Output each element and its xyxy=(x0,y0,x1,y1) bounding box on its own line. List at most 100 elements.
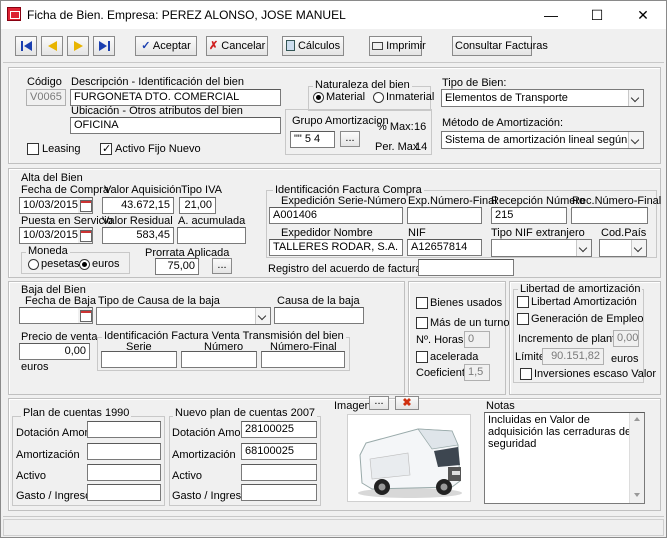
plan2007-dotacion-field[interactable]: 28100025 xyxy=(241,421,317,438)
method-label: Método de Amortización: xyxy=(442,117,564,129)
prorrata-field[interactable]: 75,00 xyxy=(155,258,199,275)
calculations-button[interactable]: Cálculos xyxy=(282,36,344,56)
employment-generation-checkbox[interactable] xyxy=(517,313,529,325)
cause-field[interactable] xyxy=(274,307,364,324)
plan1990-amort-field[interactable] xyxy=(87,443,161,460)
inmaterial-radio[interactable] xyxy=(373,92,384,103)
printer-icon xyxy=(372,42,383,50)
sale-number-field[interactable] xyxy=(181,351,257,368)
purchase-date-field[interactable]: 10/03/2015 xyxy=(19,197,93,214)
new-fixed-asset-label: Activo Fijo Nuevo xyxy=(115,143,201,155)
used-goods-label: Bienes usados xyxy=(430,297,503,309)
cancel-button[interactable]: ✗ Cancelar xyxy=(206,36,268,56)
image-delete-button[interactable]: ✖ xyxy=(395,396,419,410)
previous-record-button[interactable] xyxy=(41,36,63,56)
nif-field[interactable]: A12657814 xyxy=(407,239,482,256)
withdrawal-date-label: Fecha de Baja xyxy=(25,295,96,307)
next-record-button[interactable] xyxy=(67,36,89,56)
staff-increase-field[interactable]: 0,00 xyxy=(613,330,639,347)
plan-1990-title: Plan de cuentas 1990 xyxy=(21,407,132,419)
acquisition-value-field[interactable]: 43.672,15 xyxy=(102,197,174,214)
calendar-icon[interactable] xyxy=(78,228,92,243)
plan2007-amort-label: Amortización xyxy=(172,449,236,461)
sale-number-final-field[interactable] xyxy=(261,351,345,368)
exp-final-label: Exp.Número-Final xyxy=(408,195,497,207)
plan1990-dotacion-field[interactable] xyxy=(87,421,161,438)
sale-serie-field[interactable] xyxy=(101,351,177,368)
code-field[interactable]: V0065 xyxy=(26,89,66,106)
accumulated-field[interactable] xyxy=(177,227,246,244)
service-date-value: 10/03/2015 xyxy=(23,229,79,241)
prorrata-lookup-button[interactable]: ... xyxy=(212,258,232,274)
asset-type-select[interactable]: Elementos de Transporte xyxy=(441,89,644,107)
service-date-field[interactable]: 10/03/2015 xyxy=(19,227,93,244)
cause-type-select[interactable] xyxy=(96,307,271,325)
location-field[interactable]: OFICINA xyxy=(70,117,281,134)
material-radio[interactable] xyxy=(313,92,324,103)
coefficient-field[interactable]: 1,5 xyxy=(464,364,490,381)
country-code-select[interactable] xyxy=(599,239,647,257)
per-max-value: 14 xyxy=(415,141,428,153)
minimize-button[interactable]: — xyxy=(528,1,574,29)
exp-final-field[interactable] xyxy=(407,207,482,224)
group-amort-lookup-button[interactable]: ... xyxy=(340,131,360,147)
plan2007-activo-field[interactable] xyxy=(241,464,317,481)
residual-value-label: Valor Residual xyxy=(102,215,173,227)
calendar-icon[interactable] xyxy=(78,308,92,323)
foreign-nif-type-select[interactable] xyxy=(491,239,592,257)
free-depreciation-check-label: Libertad Amortización xyxy=(531,296,637,308)
pesetas-radio[interactable] xyxy=(28,259,39,270)
cancel-label: Cancelar xyxy=(221,40,266,52)
leasing-checkbox[interactable] xyxy=(27,143,39,155)
used-goods-checkbox[interactable] xyxy=(416,297,428,309)
euros-radio[interactable] xyxy=(79,259,90,270)
plan2007-gasto-field[interactable] xyxy=(241,484,317,501)
rec-final-field[interactable] xyxy=(571,207,648,224)
limit-field[interactable]: 90.151,82 xyxy=(542,348,604,365)
plan1990-activo-field[interactable] xyxy=(87,464,161,481)
registry-field[interactable] xyxy=(418,259,514,276)
coefficient-label: Coeficiente xyxy=(416,367,472,379)
free-depreciation-checkbox[interactable] xyxy=(517,296,529,308)
reception-field[interactable]: 215 xyxy=(491,207,567,224)
calendar-icon[interactable] xyxy=(78,198,92,213)
chevron-down-icon xyxy=(628,132,643,148)
accept-button[interactable]: ✓ Aceptar xyxy=(135,36,197,56)
last-record-button[interactable] xyxy=(93,36,115,56)
employment-generation-label: Generación de Empleo xyxy=(531,313,644,325)
inmaterial-label: Inmaterial xyxy=(386,91,435,103)
group-amort-field[interactable]: "" 5 4 xyxy=(290,131,335,148)
close-button[interactable]: ✕ xyxy=(620,1,666,29)
image-browse-button[interactable]: ... xyxy=(369,396,389,410)
pesetas-label: pesetas xyxy=(41,258,80,270)
consult-invoices-button[interactable]: Consultar Facturas xyxy=(452,36,548,56)
hours-field[interactable]: 0 xyxy=(464,331,490,348)
sale-price-field[interactable]: 0,00 xyxy=(19,343,90,360)
chevron-down-icon xyxy=(255,308,270,324)
print-button[interactable]: Imprimir xyxy=(369,36,426,56)
low-value-investments-checkbox[interactable] xyxy=(520,368,532,380)
new-fixed-asset-checkbox[interactable] xyxy=(100,142,112,155)
exp-serie-field[interactable]: A001406 xyxy=(269,207,403,224)
notes-textarea[interactable]: Incluidas en Valor de adquisición las ce… xyxy=(484,412,645,504)
more-than-one-shift-checkbox[interactable] xyxy=(416,317,428,329)
method-select[interactable]: Sistema de amortización lineal según tab… xyxy=(441,131,644,149)
purchase-date-label: Fecha de Compra xyxy=(21,184,110,196)
withdrawal-date-field[interactable] xyxy=(19,307,93,324)
first-record-button[interactable] xyxy=(15,36,37,56)
issuer-name-field[interactable]: TALLERES RODAR, S.A. xyxy=(269,239,403,256)
maximize-button[interactable]: ☐ xyxy=(574,1,620,29)
per-max-label: Per. Max xyxy=(375,141,419,153)
accelerated-checkbox[interactable] xyxy=(416,351,428,363)
leasing-label: Leasing xyxy=(42,143,81,155)
notes-scrollbar[interactable] xyxy=(629,413,644,503)
plan2007-amort-field[interactable]: 68100025 xyxy=(241,443,317,460)
residual-value-field[interactable]: 583,45 xyxy=(102,227,174,244)
plan1990-gasto-label: Gasto / Ingreso xyxy=(16,490,92,502)
plan1990-gasto-field[interactable] xyxy=(87,484,161,501)
vat-type-field[interactable]: 21,00 xyxy=(179,197,216,214)
limit-currency: euros xyxy=(611,353,639,365)
description-field[interactable]: FURGONETA DTO. COMERCIAL xyxy=(70,89,281,106)
scroll-up-icon[interactable] xyxy=(634,417,640,421)
scroll-down-icon[interactable] xyxy=(634,493,640,497)
